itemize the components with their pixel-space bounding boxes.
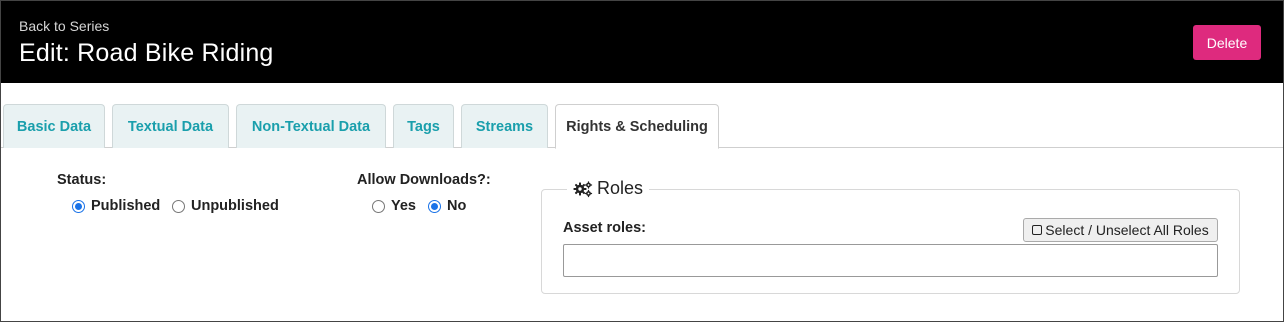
- tab-textual-data[interactable]: Textual Data: [112, 104, 229, 148]
- tab-non-textual-data[interactable]: Non-Textual Data: [236, 104, 386, 148]
- roles-legend-text: Roles: [597, 178, 644, 198]
- asset-roles-input[interactable]: [563, 244, 1218, 277]
- status-unpublished-radio[interactable]: Unpublished: [172, 198, 279, 214]
- downloads-yes-radio[interactable]: Yes: [372, 198, 416, 214]
- page-frame: Back to Series Edit: Road Bike Riding De…: [0, 0, 1284, 322]
- delete-button[interactable]: Delete: [1193, 25, 1261, 60]
- radio-unchecked-icon: [372, 199, 385, 213]
- asset-roles-label: Asset roles:: [563, 220, 647, 236]
- back-to-series-link[interactable]: Back to Series: [19, 18, 109, 34]
- gears-icon: [573, 180, 593, 198]
- radio-checked-icon: [72, 199, 85, 213]
- tab-streams[interactable]: Streams: [461, 104, 548, 148]
- downloads-no-label: No: [447, 198, 467, 214]
- radio-checked-icon: [428, 199, 441, 213]
- radio-unchecked-icon: [172, 199, 185, 213]
- tab-bar: Basic Data Textual Data Non-Textual Data…: [1, 104, 1283, 149]
- checkbox-icon: [1032, 225, 1043, 235]
- status-published-label: Published: [91, 198, 161, 214]
- page-header: Back to Series Edit: Road Bike Riding De…: [1, 1, 1283, 83]
- roles-legend: Roles: [567, 178, 650, 199]
- select-unselect-all-roles-button[interactable]: Select / Unselect All Roles: [1023, 218, 1218, 242]
- downloads-no-radio[interactable]: No: [428, 198, 466, 214]
- status-unpublished-label: Unpublished: [191, 198, 279, 214]
- tab-tags[interactable]: Tags: [393, 104, 454, 148]
- downloads-yes-label: Yes: [391, 198, 416, 214]
- tab-basic-data[interactable]: Basic Data: [3, 104, 105, 148]
- status-published-radio[interactable]: Published: [72, 198, 160, 214]
- select-all-label: Select / Unselect All Roles: [1045, 222, 1209, 238]
- allow-downloads-label: Allow Downloads?:: [357, 172, 491, 188]
- tab-rights-scheduling[interactable]: Rights & Scheduling: [555, 104, 719, 149]
- status-label: Status:: [57, 172, 107, 188]
- page-title: Edit: Road Bike Riding: [19, 39, 274, 67]
